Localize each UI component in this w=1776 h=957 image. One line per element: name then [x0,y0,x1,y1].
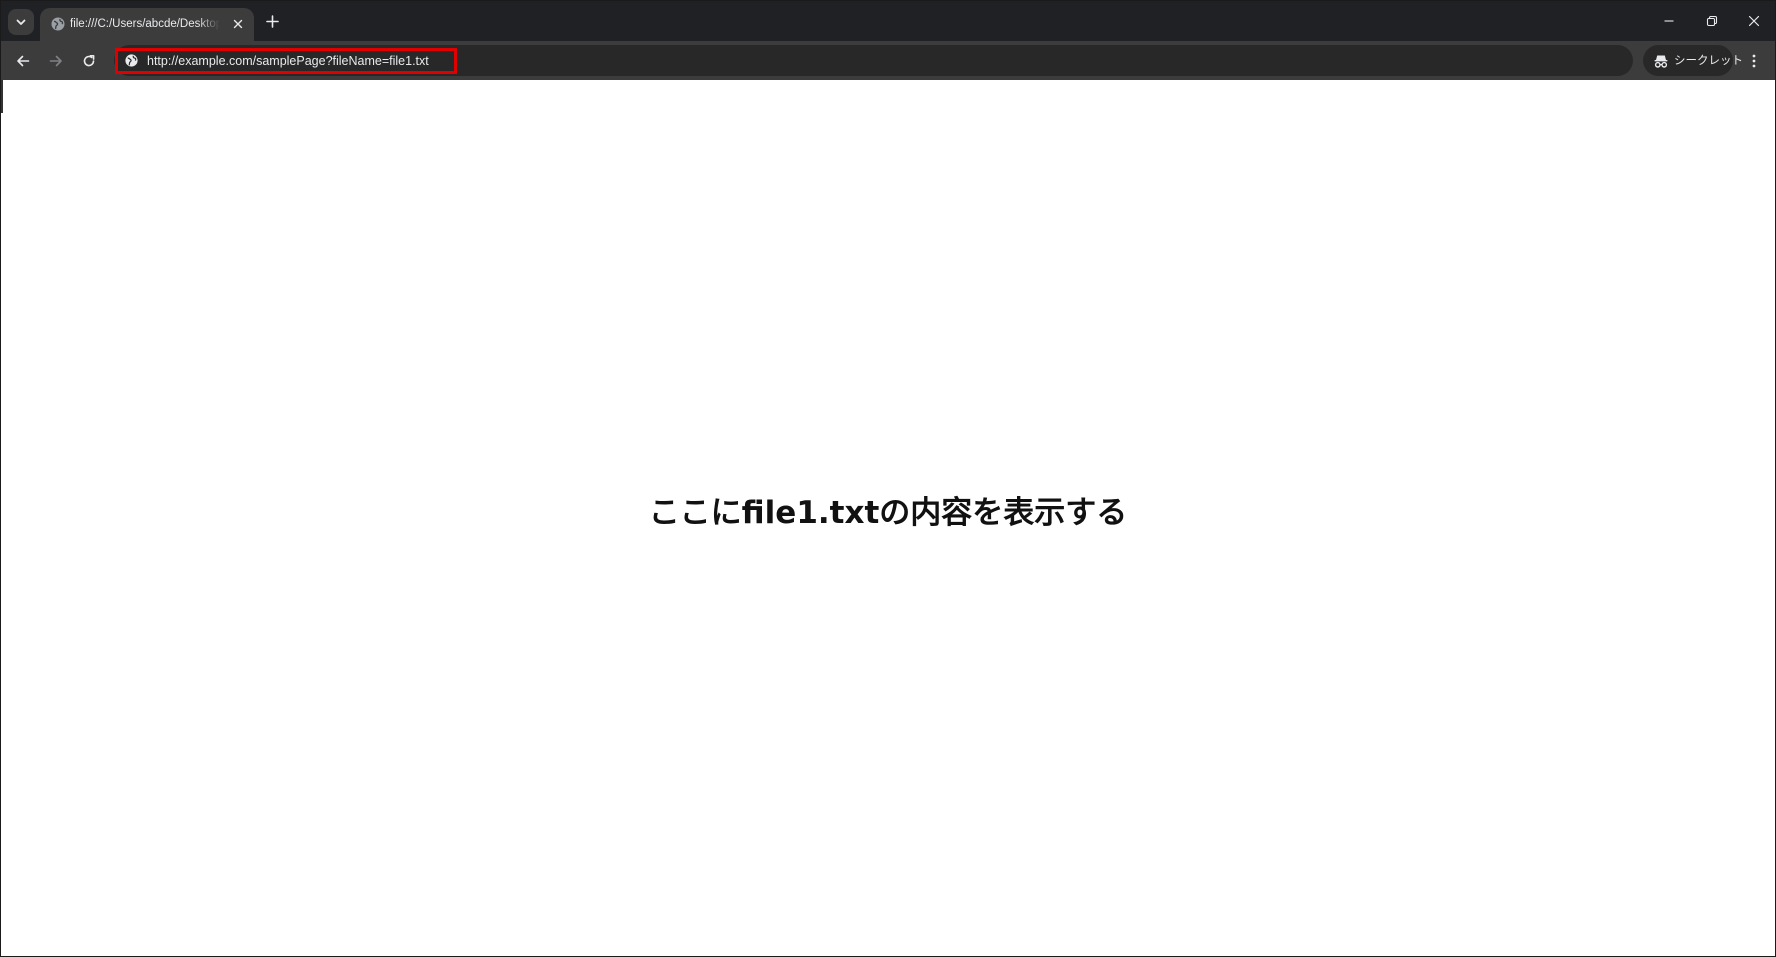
minimize-button[interactable] [1654,7,1684,35]
new-tab-button[interactable] [261,10,283,32]
browser-window: file:///C:/Users/abcde/Desktop/ http://e… [0,0,1776,957]
arrow-right-icon [49,55,62,67]
globe-icon [51,17,65,31]
page-message: ここにfile1.txtの内容を表示する [648,495,1128,531]
arrow-left-icon [17,55,30,67]
incognito-icon [1654,55,1668,68]
tab-active[interactable]: file:///C:/Users/abcde/Desktop/ [40,8,254,41]
globe-icon[interactable] [124,53,139,68]
incognito-label: シークレット [1674,55,1743,67]
browser-menu-button[interactable] [1741,48,1767,74]
tab-search-button[interactable] [8,9,34,35]
close-window-button[interactable] [1739,7,1769,35]
tab-strip: file:///C:/Users/abcde/Desktop/ [1,1,1775,41]
chevron-down-icon [16,19,26,25]
toolbar: http://example.com/samplePage?fileName=f… [1,41,1775,80]
close-icon [233,19,243,29]
reload-button[interactable] [76,48,102,74]
plus-icon [265,14,279,28]
restore-button[interactable] [1697,7,1727,35]
page-content: ここにfile1.txtの内容を表示する [1,80,1775,956]
tab-close-button[interactable] [230,16,246,32]
address-bar-url[interactable]: http://example.com/samplePage?fileName=f… [147,53,429,69]
address-bar[interactable]: http://example.com/samplePage?fileName=f… [114,45,1633,76]
kebab-menu-icon [1752,54,1756,68]
close-icon [1748,15,1760,27]
reload-icon [83,55,95,67]
back-button[interactable] [10,48,36,74]
tab-title: file:///C:/Users/abcde/Desktop/ [70,18,220,30]
minimize-icon [1664,20,1674,22]
forward-button[interactable] [43,48,69,74]
text-cursor [1,80,3,113]
restore-icon [1706,15,1718,27]
incognito-profile-button[interactable]: シークレット [1643,45,1743,76]
